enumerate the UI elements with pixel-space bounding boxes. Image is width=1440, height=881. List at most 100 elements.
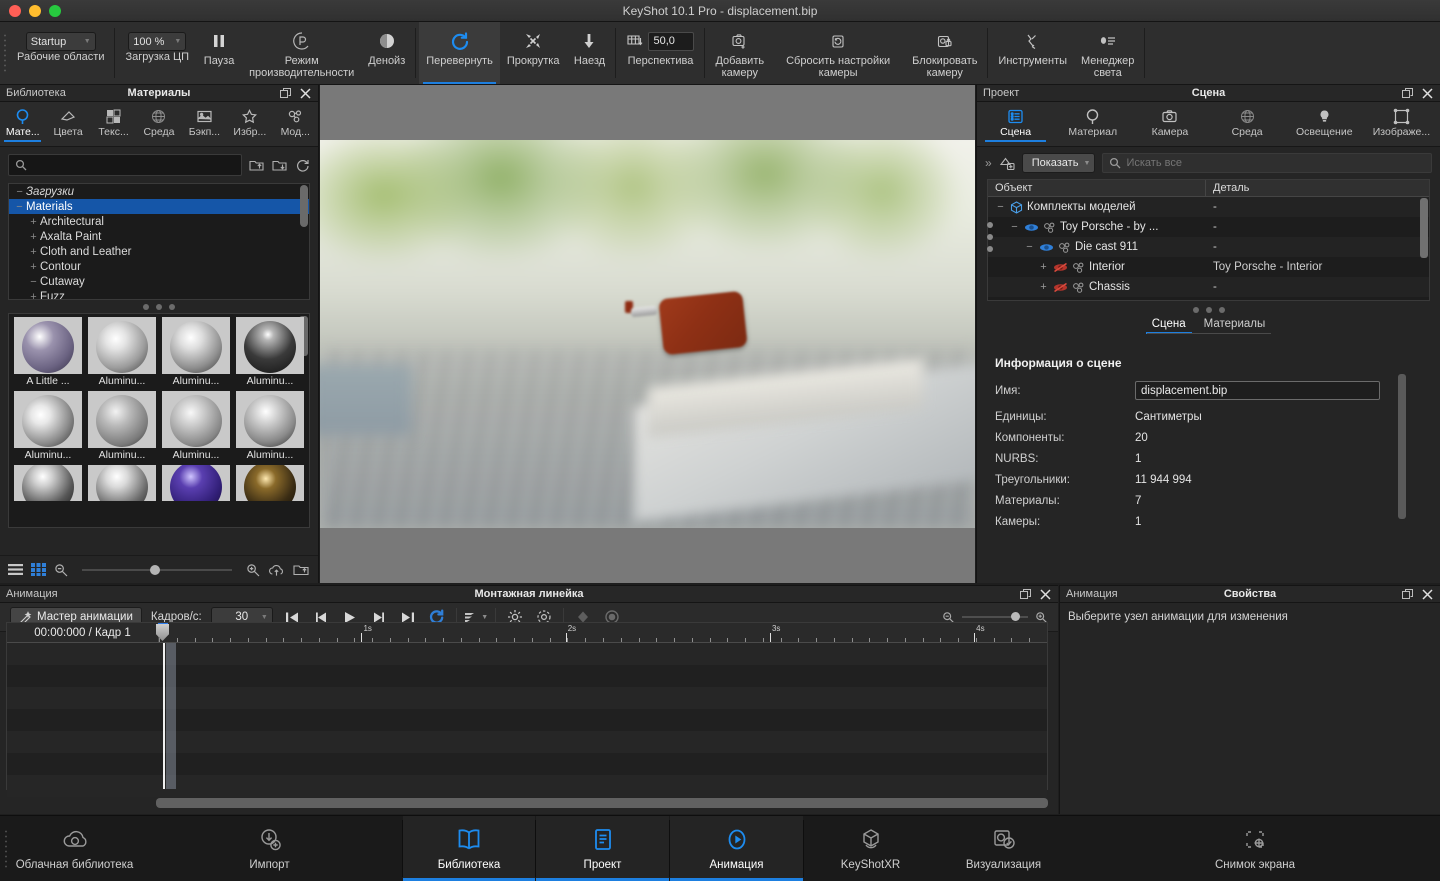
timeline-zoom-slider[interactable]: [962, 616, 1028, 618]
material-item[interactable]: Aluminu...: [234, 391, 306, 463]
dock-keyshotxr[interactable]: KeyShotXR: [804, 816, 937, 881]
table-row[interactable]: + Chassis -: [988, 277, 1429, 297]
slider-knob[interactable]: [1011, 612, 1020, 621]
material-item[interactable]: Aluminu...: [86, 391, 158, 463]
project-tab-lighting[interactable]: Освещение: [1286, 105, 1363, 138]
cloud-upload-icon[interactable]: [268, 563, 285, 577]
material-item[interactable]: Aluminu...: [12, 391, 84, 463]
twisty-icon[interactable]: −: [13, 186, 26, 198]
tools-button[interactable]: Инструменты: [991, 22, 1074, 84]
library-search-box[interactable]: [8, 154, 242, 176]
material-item[interactable]: Aluminu...: [160, 317, 232, 389]
tree-row[interactable]: + Contour: [9, 259, 309, 274]
info-scrollbar[interactable]: [1398, 374, 1406, 519]
performance-mode-button[interactable]: Режим производительности: [242, 22, 361, 84]
material-item[interactable]: [86, 465, 158, 501]
material-item[interactable]: Aluminu...: [234, 317, 306, 389]
slider-knob[interactable]: [150, 565, 160, 575]
chevron-down-icon[interactable]: ▼: [481, 614, 488, 621]
undock-panel-icon[interactable]: [1402, 88, 1413, 99]
scene-table-scrollbar[interactable]: [1420, 198, 1428, 258]
folder-open-icon[interactable]: [293, 563, 310, 577]
twisty-icon[interactable]: +: [27, 261, 40, 273]
material-item[interactable]: Aluminu...: [86, 317, 158, 389]
cpu-combo[interactable]: 100 % ▼: [128, 32, 186, 51]
dock-cloud-library[interactable]: Облачная библиотека: [12, 816, 137, 881]
scene-name-input[interactable]: displacement.bip: [1135, 381, 1380, 400]
table-row[interactable]: − Die cast 911 -: [988, 237, 1429, 257]
tree-row[interactable]: + Architectural: [9, 214, 309, 229]
undock-panel-icon[interactable]: [1402, 589, 1413, 600]
material-thumbnail-grid[interactable]: A Little ... Aluminu... Aluminu... Alumi…: [8, 313, 310, 528]
twisty-icon[interactable]: −: [995, 201, 1006, 213]
library-tab-backplates[interactable]: Бэкп...: [182, 105, 227, 138]
dock-animation[interactable]: Анимация: [670, 816, 803, 881]
refresh-icon[interactable]: [295, 158, 310, 173]
expand-chevrons-icon[interactable]: »: [985, 156, 992, 170]
timecode-display[interactable]: 00:00:000 / Кадр 1: [7, 623, 159, 642]
material-item[interactable]: [160, 465, 232, 501]
twisty-icon[interactable]: +: [27, 216, 40, 228]
perspective-input[interactable]: 50,0: [648, 32, 694, 51]
twisty-icon[interactable]: +: [1038, 261, 1049, 273]
undock-panel-icon[interactable]: [1020, 589, 1031, 600]
dock-library[interactable]: Библиотека: [403, 816, 535, 881]
close-panel-icon[interactable]: [1422, 589, 1433, 600]
material-item[interactable]: Aluminu...: [160, 391, 232, 463]
tree-row[interactable]: + Cloth and Leather: [9, 244, 309, 259]
playhead[interactable]: [163, 643, 165, 789]
twisty-icon[interactable]: −: [27, 276, 40, 288]
scrollbar-thumb[interactable]: [156, 798, 1048, 808]
lock-camera-button[interactable]: Блокировать камеру: [905, 22, 984, 84]
library-tab-textures[interactable]: Текс...: [91, 105, 136, 138]
denoise-button[interactable]: Денойз: [361, 22, 412, 84]
library-tab-environment[interactable]: Среда: [136, 105, 181, 138]
scene-search-input[interactable]: [1126, 157, 1425, 169]
workspace-combo[interactable]: Startup ▼: [26, 32, 96, 51]
add-camera-button[interactable]: Добавить камеру: [708, 22, 771, 84]
cpu-usage-selector[interactable]: 100 % ▼ Загрузка ЦП: [118, 22, 196, 84]
project-tab-image[interactable]: Изображе...: [1363, 105, 1440, 138]
subtab-materials[interactable]: Материалы: [1204, 318, 1266, 334]
close-panel-icon[interactable]: [1422, 88, 1433, 99]
toolbar-grip[interactable]: [0, 22, 10, 84]
dock-project[interactable]: Проект: [536, 816, 669, 881]
close-panel-icon[interactable]: [1040, 589, 1051, 600]
light-manager-button[interactable]: Менеджер света: [1074, 22, 1141, 84]
zoom-in-icon[interactable]: [246, 563, 260, 577]
scene-search-box[interactable]: [1102, 153, 1432, 173]
tree-row[interactable]: − Загрузки: [9, 184, 309, 199]
material-item[interactable]: A Little ...: [12, 317, 84, 389]
flip-button[interactable]: Перевернуть: [419, 22, 500, 84]
thumbnail-size-slider[interactable]: [82, 569, 232, 571]
timeline-track-area[interactable]: [7, 643, 1047, 789]
table-row[interactable]: − Комплекты моделей -: [988, 197, 1429, 217]
grid-view-icon[interactable]: [31, 563, 46, 576]
tree-row[interactable]: − Materials: [9, 199, 309, 214]
library-search-input[interactable]: [32, 159, 235, 171]
export-folder-icon[interactable]: [272, 158, 288, 173]
timeline-ruler[interactable]: 1s 2s 3s: [159, 623, 1047, 642]
tree-scrollbar[interactable]: [300, 185, 308, 227]
project-tab-camera[interactable]: Камера: [1131, 105, 1208, 138]
perspective-control[interactable]: 50,0 Перспектива: [619, 22, 701, 84]
table-row[interactable]: + Interior Toy Porsche - Interior: [988, 257, 1429, 277]
undock-panel-icon[interactable]: [280, 88, 291, 99]
tree-row[interactable]: − Cutaway: [9, 274, 309, 289]
visibility-hidden-icon[interactable]: [1053, 262, 1068, 273]
material-item[interactable]: [12, 465, 84, 501]
twisty-icon[interactable]: +: [1038, 281, 1049, 293]
close-panel-icon[interactable]: [300, 88, 311, 99]
library-tab-models[interactable]: Мод...: [273, 105, 318, 138]
library-tab-colors[interactable]: Цвета: [45, 105, 90, 138]
table-row[interactable]: − Windows Toy Porsche - Glass: [988, 297, 1429, 301]
panel-resize-dots[interactable]: [0, 300, 318, 313]
workspace-selector[interactable]: Startup ▼ Рабочие области: [10, 22, 111, 84]
panel-resize-dots[interactable]: [977, 301, 1440, 316]
dock-import[interactable]: Импорт: [137, 816, 402, 881]
project-tab-material[interactable]: Материал: [1054, 105, 1131, 138]
library-folder-tree[interactable]: − Загрузки − Materials + Architectural +…: [8, 183, 310, 300]
material-item[interactable]: [234, 465, 306, 501]
show-dropdown-button[interactable]: Показать ▼: [1022, 153, 1096, 173]
visibility-eye-icon[interactable]: [1039, 242, 1054, 253]
